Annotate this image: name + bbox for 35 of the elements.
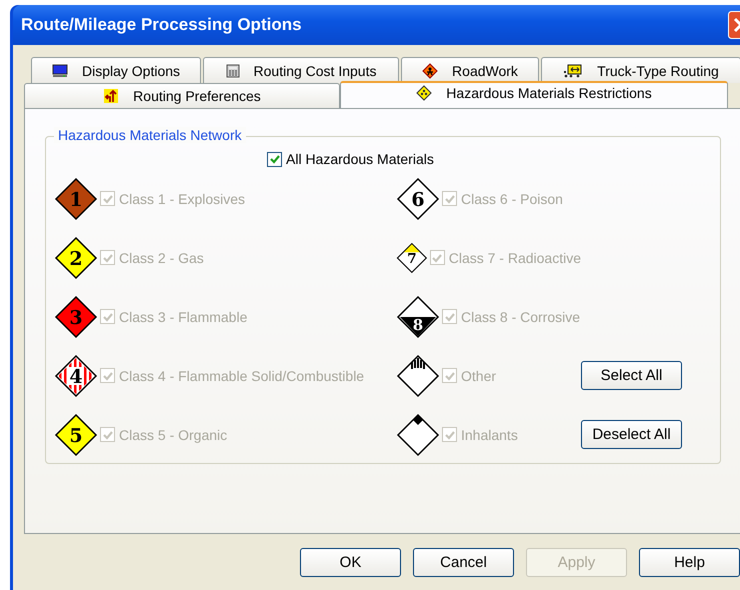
hazard-placard-icon: [396, 412, 440, 456]
select-button[interactable]: Select All: [581, 361, 682, 390]
window-title: Route/Mileage Processing Options: [21, 15, 302, 35]
checkbox-label: Inhalants: [461, 426, 518, 442]
dialog-button[interactable]: Cancel: [413, 548, 514, 577]
all-materials-checkbox[interactable]: All Hazardous Materials: [267, 149, 720, 169]
dialog-button[interactable]: OK: [300, 548, 401, 577]
checkbox-label: All Hazardous Materials: [286, 151, 434, 167]
hazard-placard-icon: 3: [54, 294, 98, 338]
checkbox-label: Other: [461, 368, 496, 384]
turn-arrows-icon: [103, 88, 120, 104]
tab[interactable]: Hazardous Materials Restrictions: [340, 81, 728, 108]
calculator-icon: [226, 64, 240, 78]
checkbox[interactable]: [267, 152, 282, 166]
hazard-diamond-icon: [416, 85, 432, 101]
hazard-placard-icon: 8: [396, 294, 440, 338]
hazard-placard-icon: [396, 354, 440, 398]
group-title: Hazardous Materials Network: [54, 127, 246, 143]
truck-icon: [563, 62, 584, 78]
checkbox-label: Class 2 - Gas: [119, 250, 204, 266]
tab[interactable]: Routing Preferences: [24, 83, 340, 108]
hazard-placard-icon: 4: [54, 354, 98, 398]
tab[interactable]: Routing Cost Inputs: [203, 57, 399, 83]
monitor-icon: [52, 64, 68, 78]
roadwork-sign-icon: [422, 62, 438, 78]
dialog-button[interactable]: Help: [639, 548, 740, 577]
hazard-placard-icon: 2: [54, 236, 98, 280]
tab[interactable]: Truck-Type Routing: [541, 57, 740, 83]
tab[interactable]: RoadWork: [401, 57, 539, 83]
hazard-placard-icon: 5: [54, 412, 98, 456]
checkbox-label: Class 6 - Poison: [461, 190, 563, 206]
hazard-placard-icon: 6: [396, 176, 440, 220]
tab[interactable]: Display Options: [31, 57, 201, 83]
hazard-placard-icon: 1: [54, 176, 98, 220]
select-button[interactable]: Deselect All: [581, 420, 682, 449]
